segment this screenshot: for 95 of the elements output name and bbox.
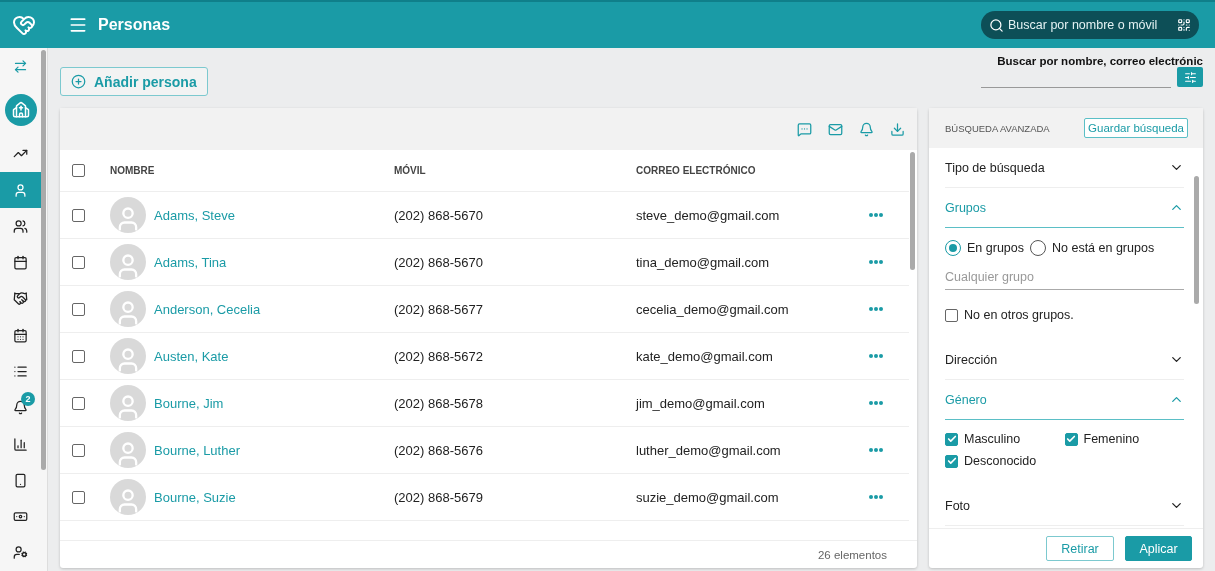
email-cell-text: luther_demo@gmail.com [636,442,782,458]
avatar [110,291,146,327]
ellipsis-icon [869,401,883,405]
section-header[interactable]: Tipo de búsqueda [945,148,1184,188]
sidebar-item[interactable]: 2 [0,389,41,426]
phone-icon [13,472,28,488]
mail-icon[interactable] [828,121,843,137]
page-title: Personas [98,16,171,34]
column-header: MÓVIL [394,165,427,176]
email-cell-text: suzie_demo@gmail.com [636,489,780,505]
list-icon [13,364,28,379]
section-header[interactable]: Género [945,380,1184,420]
swap-arrows-icon [13,58,28,74]
avatar [110,197,146,233]
search-input[interactable]: Buscar por nombre o móvil [1008,18,1173,32]
filter-button[interactable] [1177,67,1203,87]
add-person-button[interactable]: Añadir persona [60,67,208,96]
email-cell-text: jim_demo@gmail.com [636,395,766,411]
search-bar[interactable]: Buscar por nombre o móvil [981,11,1199,39]
row-checkbox[interactable] [72,349,85,363]
person-name-link[interactable]: Adams, Steve [154,207,235,223]
check-icon [946,434,957,444]
plus-circle-icon [71,74,86,89]
phone-cell-text: (202) 868-5676 [394,442,484,458]
row-checkbox[interactable] [72,490,85,504]
section-header[interactable]: Grupos [945,188,1184,228]
search-icon [989,17,1004,33]
section-header[interactable]: Dirección [945,340,1184,380]
menu-icon[interactable] [68,15,88,35]
person-name-link[interactable]: Bourne, Suzie [154,489,236,505]
person-name-link[interactable]: Adams, Tina [154,254,227,270]
email-cell-text: cecelia_demo@gmail.com [636,301,790,317]
save-search-button[interactable]: Guardar búsqueda [1084,118,1188,138]
checkbox-option[interactable]: Masculino [945,432,1065,446]
ellipsis-icon [869,260,883,264]
ellipsis-icon [869,307,883,311]
download-icon[interactable] [890,121,905,137]
avatar [110,432,146,468]
user-gear-icon [13,545,28,561]
bell-icon [13,400,28,416]
person-name-link[interactable]: Bourne, Luther [154,442,240,458]
email-cell-text: kate_demo@gmail.com [636,348,774,364]
row-checkbox[interactable] [72,255,85,269]
ellipsis-icon [869,213,883,217]
avatar [110,244,146,280]
email-cell-text: steve_demo@gmail.com [636,207,781,223]
phone-cell-text: (202) 868-5670 [394,254,484,270]
email-cell-text: tina_demo@gmail.com [636,254,771,270]
phone-cell-text: (202) 868-5670 [394,207,484,223]
phone-cell-text: (202) 868-5677 [394,301,484,317]
check-icon [946,456,957,466]
column-header: NOMBRE [110,165,156,176]
avatar [110,479,146,515]
organization-avatar[interactable] [4,94,37,127]
calendar-icon [13,255,28,271]
phone-cell-text: (202) 868-5678 [394,395,484,411]
apply-button[interactable]: Aplicar [1125,536,1192,561]
calendar-grid-icon [13,327,28,343]
person-name-link[interactable]: Bourne, Jim [154,395,224,411]
row-checkbox[interactable] [72,302,85,316]
handshake-icon [13,291,28,307]
panel-title: BÚSQUEDA AVANZADA [945,122,1050,134]
radio-option[interactable]: No está en grupos [1030,240,1155,256]
avatar [110,385,146,421]
person-name-link[interactable]: Anderson, Cecelia [154,301,261,317]
row-checkbox[interactable] [72,208,85,222]
sliders-icon [1183,70,1197,84]
check-icon [1066,434,1076,444]
ellipsis-icon [869,495,883,499]
person-icon [13,182,28,198]
bell-icon[interactable] [859,121,874,137]
column-header: CORREO ELECTRÓNICO [636,165,757,176]
phone-cell-text: (202) 868-5679 [394,489,484,505]
checkbox-option[interactable]: No en otros grupos. [945,308,1184,322]
row-checkbox[interactable] [72,396,85,410]
search-label: Buscar por nombre, correo electrónic [997,55,1203,67]
ellipsis-icon [869,448,883,452]
logo-icon [12,13,36,37]
bar-chart-icon [13,436,28,452]
notification-badge: 2 [21,391,35,406]
section-header[interactable]: Foto [945,486,1184,526]
phone-cell-text: (202) 868-5672 [394,348,484,364]
people-icon [13,218,28,234]
chat-icon[interactable] [797,121,812,137]
item-count: 26 elementos [817,548,887,561]
avatar [110,338,146,374]
qr-code-icon[interactable] [1177,18,1191,32]
person-name-link[interactable]: Austen, Kate [154,348,229,364]
checkbox-option[interactable]: Desconocido [945,454,1065,468]
select-all-checkbox[interactable] [72,164,85,177]
radio-option[interactable]: En grupos [945,240,1024,256]
checkbox-option[interactable]: Femenino [1064,432,1184,446]
row-checkbox[interactable] [72,443,85,457]
remove-button[interactable]: Retirar [1046,536,1114,561]
ellipsis-icon [869,354,883,358]
